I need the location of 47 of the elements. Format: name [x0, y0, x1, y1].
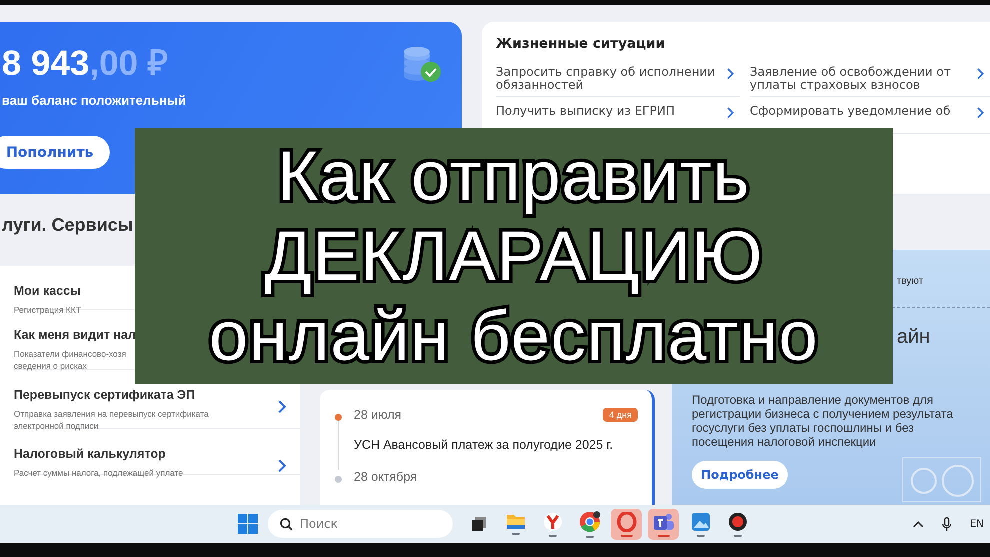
chevron-right-icon [726, 107, 734, 119]
promo-label: твуют [897, 276, 924, 287]
window-stack-icon[interactable] [470, 516, 486, 532]
picture-icon[interactable] [690, 512, 710, 532]
language-indicator[interactable]: EN [970, 518, 984, 530]
service-title[interactable]: Как меня видит нал [14, 328, 136, 342]
situation-link[interactable]: Заявление об освобождении от уплаты страховых взносов [750, 66, 977, 92]
chevron-up-icon[interactable] [913, 520, 924, 528]
service-description: Отправка заявления на перевыпуск сертификата электронной подписи [14, 408, 209, 432]
chevron-right-icon [976, 107, 984, 119]
service-title[interactable]: Мои кассы [14, 284, 81, 298]
browser-icon[interactable] [578, 510, 600, 532]
service-title[interactable]: Налоговый калькулятор [14, 447, 166, 461]
chevron-right-icon [976, 68, 984, 80]
service-description: Регистрация ККТ [14, 304, 82, 316]
banner-text: ДЕКЛАРАЦИЮ [264, 216, 764, 296]
record-icon[interactable] [728, 512, 748, 532]
folder-icon[interactable] [506, 513, 526, 530]
promo-text: Подготовка и направление документов для регистрации бизнеса с получением результата госуслуги без уплаты госпошлины и без посещения налоговой инспекции [692, 393, 954, 449]
promo-heading: айн [897, 326, 930, 349]
section-title: луги. Сервисы [2, 215, 134, 236]
top-up-button[interactable]: Пополнить [0, 136, 110, 169]
banner-text: онлайн бесплатно [209, 296, 819, 376]
situation-link[interactable]: Запросить справку об исполнении обязанностей [496, 66, 727, 92]
service-description: Расчет суммы налога, подлежащей уплате [14, 467, 184, 479]
windows-icon[interactable] [238, 514, 258, 534]
more-button[interactable]: Подробнее [692, 461, 788, 489]
banner-text: Как отправить [278, 136, 750, 216]
ring-icon[interactable] [616, 512, 636, 532]
chevron-right-icon [278, 459, 286, 473]
situation-link[interactable]: Получить выписку из ЕГРИП [496, 105, 675, 118]
microphone-icon[interactable] [942, 516, 952, 532]
chevron-right-icon [726, 68, 734, 80]
team-icon[interactable] [652, 512, 674, 532]
search-field[interactable]: Поиск [268, 510, 453, 538]
event-title: УСН Авансовый платеж за полугодие 2025 г. [354, 438, 614, 452]
balance-caption: ваш баланс положительный [2, 93, 186, 108]
days-left-badge: 4 дня [603, 408, 638, 422]
balance-amount: 8 943,00 ₽ [2, 43, 168, 85]
event-date: 28 октября [354, 470, 418, 484]
card-title: Жизненные ситуации [496, 36, 666, 52]
event-date: 28 июля [354, 408, 402, 422]
service-title[interactable]: Перевыпуск сертификата ЭП [14, 388, 196, 402]
situation-link[interactable]: Сформировать уведомление об [750, 105, 951, 118]
chevron-right-icon [278, 400, 286, 414]
service-description: Показатели финансово-хозя сведения о рисках [14, 348, 126, 372]
search-icon [280, 518, 293, 531]
